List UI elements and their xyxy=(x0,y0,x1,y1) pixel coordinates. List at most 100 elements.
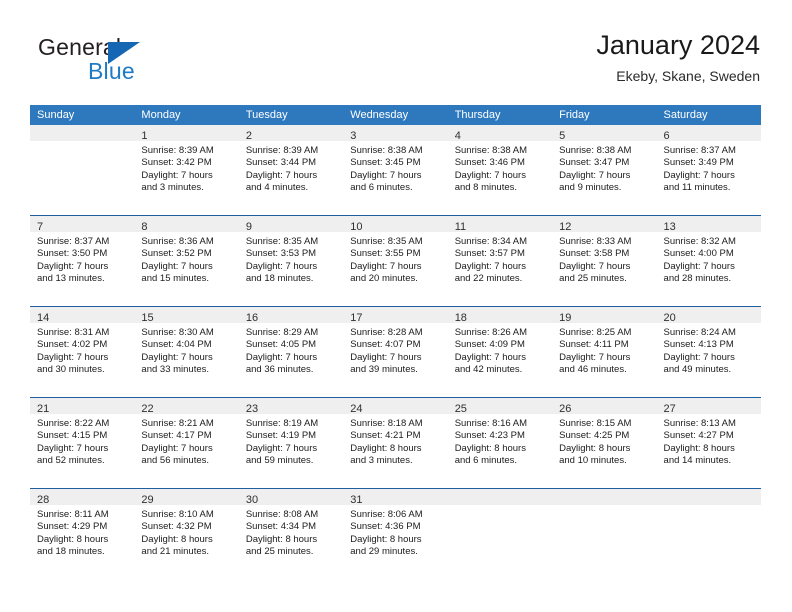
day-cell[interactable]: 5 Sunrise: 8:38 AM Sunset: 3:47 PM Daylight… xyxy=(552,125,657,215)
day-number-band: 24 xyxy=(343,398,448,415)
daylight-text-line1: Daylight: 7 hours xyxy=(141,442,213,454)
day-cell[interactable]: 3 Sunrise: 8:38 AM Sunset: 3:45 PM Daylight… xyxy=(343,125,448,215)
day-number-band: 15 xyxy=(134,307,239,324)
day-number-band: 17 xyxy=(343,307,448,324)
day-info: Sunrise: 8:08 AM Sunset: 4:34 PM Daylight:… xyxy=(239,505,343,559)
weekday-saturday: Saturday xyxy=(663,109,708,121)
sunrise-text: Sunrise: 8:38 AM xyxy=(454,145,528,156)
day-cell[interactable]: 10 Sunrise: 8:35 AM Sunset: 3:55 PM Dayligh… xyxy=(343,216,448,306)
day-number: 23 xyxy=(245,403,259,415)
day-cell[interactable]: 22 Sunrise: 8:21 AM Sunset: 4:17 PM Dayligh… xyxy=(134,398,239,488)
daylight-text-line1: Daylight: 7 hours xyxy=(350,351,422,363)
daylight-text-line2: and 28 minutes. xyxy=(663,273,732,285)
daylight-text-line2: and 39 minutes. xyxy=(350,364,418,376)
daylight-text-line1: Daylight: 7 hours xyxy=(663,169,735,181)
day-cell[interactable]: 14 Sunrise: 8:31 AM Sunset: 4:02 PM Dayligh… xyxy=(30,307,135,397)
daylight-text-line2: and 3 minutes. xyxy=(350,455,413,467)
sunset-text: Sunset: 4:13 PM xyxy=(663,339,734,351)
daylight-text-line1: Daylight: 8 hours xyxy=(454,442,526,454)
day-info: Sunrise: 8:18 AM Sunset: 4:21 PM Daylight:… xyxy=(343,414,447,468)
day-cell-empty xyxy=(447,489,553,579)
daylight-text-line1: Daylight: 7 hours xyxy=(37,260,109,272)
sunrise-text: Sunrise: 8:34 AM xyxy=(454,236,528,247)
day-cell[interactable]: 15 Sunrise: 8:30 AM Sunset: 4:04 PM Dayligh… xyxy=(134,307,239,397)
sunrise-text: Sunrise: 8:36 AM xyxy=(141,236,214,247)
day-cell[interactable]: 8 Sunrise: 8:36 AM Sunset: 3:52 PM Daylight… xyxy=(134,216,239,306)
daylight-text-line2: and 15 minutes. xyxy=(141,273,210,285)
day-info: Sunrise: 8:28 AM Sunset: 4:07 PM Daylight:… xyxy=(343,323,447,377)
day-cell[interactable]: 13 Sunrise: 8:32 AM Sunset: 4:00 PM Dayligh… xyxy=(656,216,761,306)
daylight-text-line2: and 10 minutes. xyxy=(559,455,627,467)
day-number-band: 18 xyxy=(447,307,553,324)
day-cell[interactable]: 9 Sunrise: 8:35 AM Sunset: 3:53 PM Daylight… xyxy=(238,216,344,306)
daylight-text-line1: Daylight: 8 hours xyxy=(350,442,422,454)
day-cell[interactable]: 12 Sunrise: 8:33 AM Sunset: 3:58 PM Dayligh… xyxy=(552,216,657,306)
calendar-grid: Sunday Monday Tuesday Wednesday Thursday… xyxy=(30,105,761,579)
sunrise-text: Sunrise: 8:26 AM xyxy=(454,327,528,338)
day-cell[interactable]: 25 Sunrise: 8:16 AM Sunset: 4:23 PM Dayligh… xyxy=(447,398,553,488)
day-cell[interactable]: 28 Sunrise: 8:11 AM Sunset: 4:29 PM Dayligh… xyxy=(30,489,135,579)
day-number-band: 22 xyxy=(134,398,239,415)
sunrise-text: Sunrise: 8:37 AM xyxy=(663,145,736,156)
day-cell[interactable]: 18 Sunrise: 8:26 AM Sunset: 4:09 PM Dayligh… xyxy=(447,307,553,397)
day-number-band: 27 xyxy=(656,398,761,415)
day-cell[interactable]: 21 Sunrise: 8:22 AM Sunset: 4:15 PM Dayligh… xyxy=(30,398,135,488)
day-info: Sunrise: 8:16 AM Sunset: 4:23 PM Daylight:… xyxy=(448,414,552,468)
day-number-band: 3 xyxy=(343,125,448,142)
page-title: January 2024 xyxy=(596,30,760,60)
brand-logo[interactable]: General Blue xyxy=(30,34,250,92)
sunrise-text: Sunrise: 8:30 AM xyxy=(141,327,214,338)
day-cell[interactable]: 26 Sunrise: 8:15 AM Sunset: 4:25 PM Dayligh… xyxy=(552,398,657,488)
day-number-band: 5 xyxy=(552,125,657,142)
daylight-text-line2: and 13 minutes. xyxy=(37,273,105,285)
daylight-text-line2: and 4 minutes. xyxy=(245,182,309,194)
day-cell[interactable]: 1 Sunrise: 8:39 AM Sunset: 3:42 PM Daylight… xyxy=(134,125,239,215)
daylight-text-line2: and 21 minutes. xyxy=(141,546,210,558)
page-header: General Blue January 2024 Ekeby, Skane, … xyxy=(30,28,760,96)
day-cell[interactable]: 23 Sunrise: 8:19 AM Sunset: 4:19 PM Dayligh… xyxy=(238,398,344,488)
day-cell[interactable]: 11 Sunrise: 8:34 AM Sunset: 3:57 PM Dayligh… xyxy=(447,216,553,306)
sunset-text: Sunset: 4:34 PM xyxy=(245,521,317,533)
day-number-band xyxy=(447,489,553,505)
day-number-band xyxy=(656,489,761,505)
day-cell[interactable]: 4 Sunrise: 8:38 AM Sunset: 3:46 PM Daylight… xyxy=(447,125,553,215)
sunset-text: Sunset: 3:45 PM xyxy=(350,157,421,169)
day-cell[interactable]: 27 Sunrise: 8:13 AM Sunset: 4:27 PM Dayligh… xyxy=(656,398,761,488)
daylight-text-line2: and 11 minutes. xyxy=(663,182,731,194)
daylight-text-line2: and 36 minutes. xyxy=(245,364,314,376)
daylight-text-line2: and 52 minutes. xyxy=(37,455,105,467)
day-cell[interactable]: 17 Sunrise: 8:28 AM Sunset: 4:07 PM Dayligh… xyxy=(343,307,448,397)
day-cell[interactable]: 29 Sunrise: 8:10 AM Sunset: 4:32 PM Dayligh… xyxy=(134,489,239,579)
daylight-text-line1: Daylight: 7 hours xyxy=(245,169,318,181)
day-number: 26 xyxy=(559,403,572,415)
day-number: 22 xyxy=(141,403,154,415)
day-cell[interactable]: 6 Sunrise: 8:37 AM Sunset: 3:49 PM Daylight… xyxy=(656,125,761,215)
daylight-text-line1: Daylight: 8 hours xyxy=(141,533,213,545)
day-number-band: 28 xyxy=(30,489,135,506)
day-number-band: 23 xyxy=(238,398,344,415)
day-number: 25 xyxy=(454,403,467,415)
day-cell[interactable]: 7 Sunrise: 8:37 AM Sunset: 3:50 PM Daylight… xyxy=(30,216,135,306)
day-cell[interactable]: 16 Sunrise: 8:29 AM Sunset: 4:05 PM Dayligh… xyxy=(238,307,344,397)
day-info: Sunrise: 8:34 AM Sunset: 3:57 PM Daylight:… xyxy=(448,232,552,286)
day-cell[interactable]: 20 Sunrise: 8:24 AM Sunset: 4:13 PM Dayligh… xyxy=(656,307,761,397)
day-info: Sunrise: 8:36 AM Sunset: 3:52 PM Daylight:… xyxy=(134,232,238,286)
day-number-band: 6 xyxy=(656,125,761,142)
day-info: Sunrise: 8:19 AM Sunset: 4:19 PM Daylight:… xyxy=(239,414,343,468)
day-number: 15 xyxy=(141,312,154,324)
day-info: Sunrise: 8:37 AM Sunset: 3:50 PM Daylight:… xyxy=(30,232,134,286)
sunset-text: Sunset: 3:55 PM xyxy=(350,248,421,260)
day-cell[interactable]: 2 Sunrise: 8:39 AM Sunset: 3:44 PM Daylight… xyxy=(238,125,344,215)
day-cell[interactable]: 19 Sunrise: 8:25 AM Sunset: 4:11 PM Dayligh… xyxy=(552,307,657,397)
sunrise-text: Sunrise: 8:06 AM xyxy=(350,509,423,520)
daylight-text-line1: Daylight: 7 hours xyxy=(350,169,422,181)
day-cell[interactable]: 24 Sunrise: 8:18 AM Sunset: 4:21 PM Dayligh… xyxy=(343,398,448,488)
day-number: 10 xyxy=(350,221,363,233)
daylight-text-line2: and 59 minutes. xyxy=(245,455,314,467)
sunset-text: Sunset: 3:52 PM xyxy=(141,248,212,260)
day-info: Sunrise: 8:25 AM Sunset: 4:11 PM Daylight:… xyxy=(552,323,656,377)
day-cell[interactable]: 31 Sunrise: 8:06 AM Sunset: 4:36 PM Dayligh… xyxy=(343,489,448,579)
day-cell[interactable]: 30 Sunrise: 8:08 AM Sunset: 4:34 PM Dayligh… xyxy=(238,489,344,579)
day-info: Sunrise: 8:22 AM Sunset: 4:15 PM Daylight:… xyxy=(30,414,134,468)
sunset-text: Sunset: 3:53 PM xyxy=(245,248,317,260)
